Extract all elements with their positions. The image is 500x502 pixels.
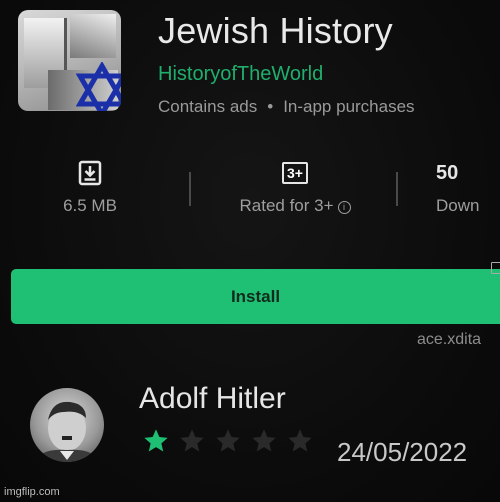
app-meta: Contains ads • In-app purchases <box>158 97 415 117</box>
content-rating-badge: 3+ <box>282 162 308 184</box>
avatar-portrait <box>36 401 98 462</box>
star-filled-icon <box>144 429 168 452</box>
size-value: 6.5 MB <box>63 196 117 215</box>
app-title: Jewish History <box>158 10 393 51</box>
stat-divider <box>396 172 398 206</box>
downloads-value: 50 <box>436 161 459 184</box>
developer-link[interactable]: HistoryofTheWorld <box>158 63 323 86</box>
stat-divider <box>189 172 191 206</box>
contains-ads-label: Contains ads <box>158 97 258 116</box>
stat-rating[interactable]: 3+ Rated for 3+ i <box>210 158 380 216</box>
download-icon <box>78 160 102 186</box>
reviewer-name: Adolf Hitler <box>139 382 286 415</box>
app-icon[interactable] <box>18 10 121 111</box>
star-empty-icon <box>180 429 204 452</box>
app-icon-photo <box>70 14 116 58</box>
stat-downloads: 50 Down <box>436 158 500 216</box>
star-empty-icon <box>252 429 276 452</box>
stat-size: 6.5 MB <box>50 158 130 216</box>
play-store-screen: Jewish History HistoryofTheWorld Contain… <box>0 0 500 502</box>
review-date: 24/05/2022 <box>337 437 468 467</box>
star-empty-icon <box>288 429 312 452</box>
content-rating-label: Rated for 3+ <box>239 196 334 215</box>
avatar <box>30 388 104 462</box>
in-app-purchases-label: In-app purchases <box>283 97 415 116</box>
watermark: imgflip.com <box>4 486 60 498</box>
ad-choices-icon[interactable] <box>491 262 500 274</box>
downloads-label: Down <box>436 196 480 215</box>
star-of-david-icon <box>76 62 121 111</box>
meta-separator: • <box>267 97 274 116</box>
ad-url: ace.xdita <box>417 331 482 348</box>
info-icon[interactable]: i <box>337 201 351 214</box>
review-stars <box>142 427 314 455</box>
star-empty-icon <box>216 429 240 452</box>
install-button[interactable]: Install <box>11 269 500 324</box>
